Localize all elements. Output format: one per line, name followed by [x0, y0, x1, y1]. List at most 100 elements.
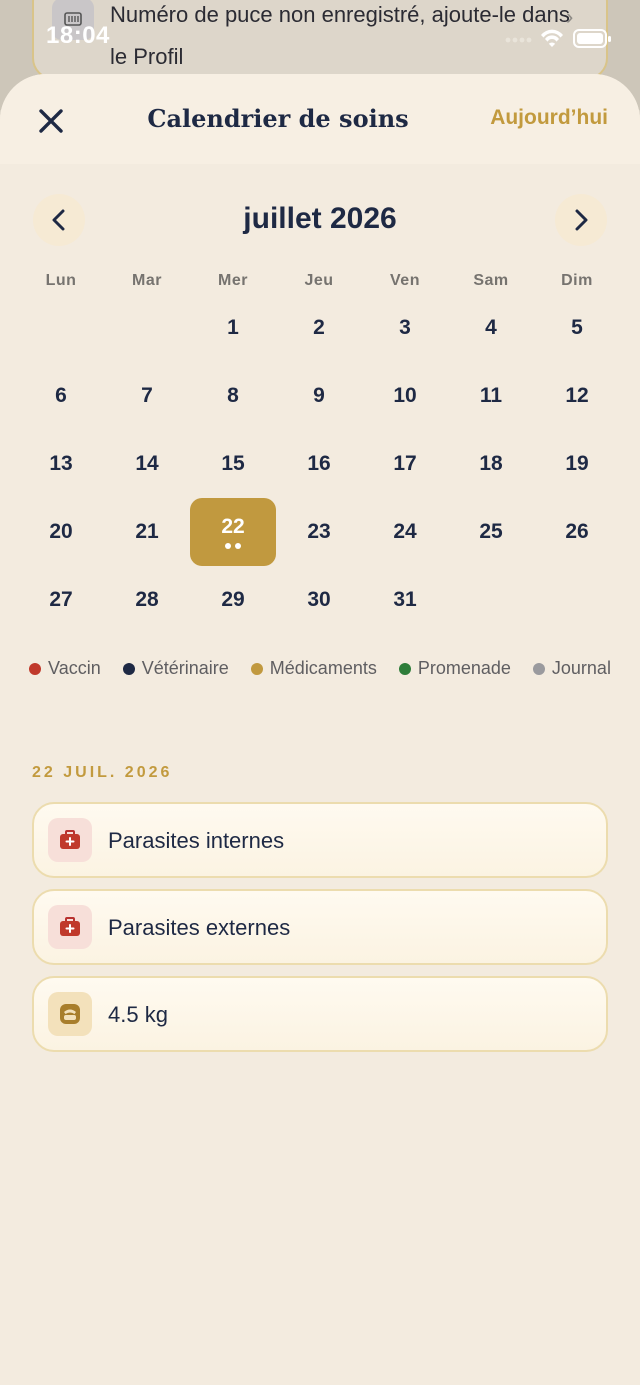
- legend-dot-icon: [532, 662, 545, 675]
- day-number: 31: [393, 588, 417, 611]
- day-number: 27: [49, 588, 73, 611]
- status-icons: [505, 29, 611, 48]
- day-cell[interactable]: 5: [534, 294, 620, 362]
- day-cell[interactable]: 10: [362, 362, 448, 430]
- selected-date-label: 22 JUIL. 2026: [32, 764, 173, 781]
- day-cell[interactable]: 6: [18, 362, 104, 430]
- previous-month-button[interactable]: [33, 194, 85, 246]
- background-notice-text: Numéro de puce non enregistré, ajoute-le…: [110, 2, 570, 69]
- day-cell[interactable]: 23: [276, 498, 362, 566]
- day-number: 5: [571, 316, 583, 339]
- event-card[interactable]: 4.5 kg: [32, 976, 608, 1052]
- day-cell[interactable]: 19: [534, 430, 620, 498]
- day-number: 22: [221, 515, 245, 538]
- event-label: Parasites internes: [108, 828, 285, 853]
- weekday-label: Lun: [45, 272, 77, 289]
- day-number: 25: [479, 520, 503, 543]
- day-number: 14: [135, 452, 159, 475]
- legend-item: Promenade: [398, 658, 511, 679]
- event-card[interactable]: Parasites externes: [32, 889, 608, 965]
- day-cell[interactable]: 25: [448, 498, 534, 566]
- day-cell[interactable]: 29: [190, 566, 276, 634]
- calendar-grid: 1 2 3 4 5 6 7 8 9 10 11 12 13 14 15 16 17 18 19 20 21 22 23 24 2…: [18, 294, 622, 634]
- legend-item: Vétérinaire: [122, 658, 229, 679]
- event-dots: [225, 543, 241, 549]
- legend-dot-icon: [250, 662, 263, 675]
- day-number: 16: [307, 452, 331, 475]
- event-card[interactable]: Parasites internes: [32, 802, 608, 878]
- day-cell[interactable]: 31: [362, 566, 448, 634]
- day-cell[interactable]: 21: [104, 498, 190, 566]
- day-cell[interactable]: 8: [190, 362, 276, 430]
- next-month-button[interactable]: [555, 194, 607, 246]
- day-cell[interactable]: 14: [104, 430, 190, 498]
- day-cell[interactable]: 20: [18, 498, 104, 566]
- weekday-label: Jeu: [304, 272, 334, 289]
- legend-dot-icon: [398, 662, 411, 675]
- weekday-label: Mar: [132, 272, 162, 289]
- day-number: 6: [55, 384, 67, 407]
- day-cell[interactable]: 7: [104, 362, 190, 430]
- day-number: 28: [135, 588, 159, 611]
- day-cell[interactable]: 18: [448, 430, 534, 498]
- chevron-right-icon: [575, 209, 588, 231]
- day-cell-selected[interactable]: 22: [190, 498, 276, 566]
- day-number: 4: [485, 316, 497, 339]
- day-cell[interactable]: 15: [190, 430, 276, 498]
- day-number: 1: [227, 316, 239, 339]
- day-cell[interactable]: 30: [276, 566, 362, 634]
- day-cell[interactable]: 3: [362, 294, 448, 362]
- day-cell[interactable]: 9: [276, 362, 362, 430]
- day-number: 26: [565, 520, 589, 543]
- day-cell[interactable]: 2: [276, 294, 362, 362]
- day-number: 21: [135, 520, 159, 543]
- day-cell[interactable]: 26: [534, 498, 620, 566]
- page-title: Calendrier de soins: [147, 104, 409, 133]
- day-cell[interactable]: 12: [534, 362, 620, 430]
- event-dot: [235, 543, 241, 549]
- day-number: 19: [565, 452, 589, 475]
- day-number: 29: [221, 588, 245, 611]
- day-cell[interactable]: 4: [448, 294, 534, 362]
- day-cell[interactable]: 17: [362, 430, 448, 498]
- event-dot: [225, 543, 231, 549]
- day-cell[interactable]: 11: [448, 362, 534, 430]
- day-number: 23: [307, 520, 331, 543]
- legend: Vaccin Vétérinaire Médicaments Promenade Jou…: [20, 658, 620, 679]
- event-label: Parasites externes: [108, 915, 291, 940]
- day-number: 2: [313, 316, 325, 339]
- event-list: Parasites internes Parasites externes 4.5 …: [32, 802, 608, 1063]
- day-cell[interactable]: 27: [18, 566, 104, 634]
- today-button[interactable]: Aujourd’hui: [490, 106, 608, 130]
- day-cell[interactable]: 16: [276, 430, 362, 498]
- weekday-label: Mer: [218, 272, 248, 289]
- weekday-label: Ven: [390, 272, 420, 289]
- legend-label: Journal: [551, 658, 611, 678]
- day-number: 30: [307, 588, 331, 611]
- day-number: 7: [141, 384, 153, 407]
- legend-item: Journal: [532, 658, 611, 679]
- day-number: 24: [393, 520, 417, 543]
- weekday-label: Dim: [561, 272, 593, 289]
- legend-item: Vaccin: [29, 658, 101, 679]
- weekday-header: Lun Mar Mer Jeu Ven Sam Dim: [18, 272, 622, 290]
- day-cell[interactable]: 28: [104, 566, 190, 634]
- empty-day-cell: [18, 294, 104, 362]
- medical-kit-icon: [48, 818, 92, 862]
- day-number: 13: [49, 452, 73, 475]
- legend-dot-icon: [122, 662, 135, 675]
- care-calendar-sheet: Calendrier de soins Aujourd’hui juillet …: [0, 74, 640, 1385]
- event-label: 4.5 kg: [108, 1002, 168, 1027]
- day-number: 10: [393, 384, 417, 407]
- legend-label: Médicaments: [269, 658, 377, 678]
- day-cell[interactable]: 24: [362, 498, 448, 566]
- day-number: 3: [399, 316, 411, 339]
- month-title: juillet 2026: [243, 202, 397, 235]
- legend-item: Médicaments: [250, 658, 377, 679]
- day-cell[interactable]: 1: [190, 294, 276, 362]
- chevron-left-icon: [52, 209, 65, 231]
- day-number: 18: [479, 452, 503, 475]
- day-cell[interactable]: 13: [18, 430, 104, 498]
- day-number: 15: [221, 452, 245, 475]
- empty-day-cell: [104, 294, 190, 362]
